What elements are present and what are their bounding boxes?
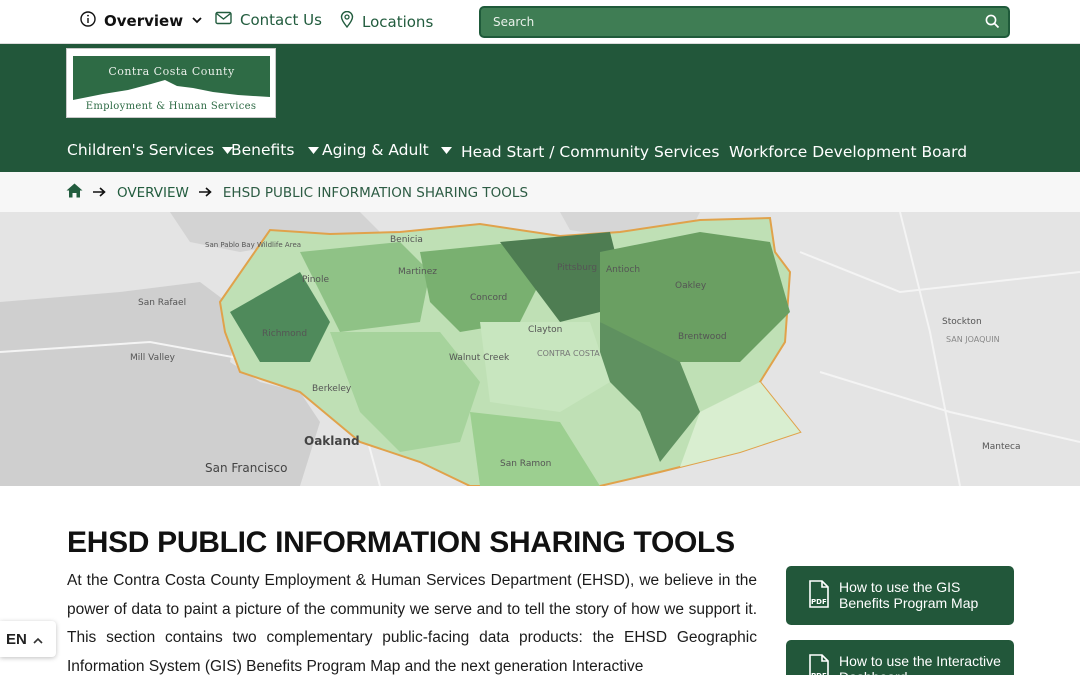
search-box	[479, 6, 1010, 38]
info-icon	[80, 11, 96, 31]
breadcrumb-overview-link[interactable]: OVERVIEW	[117, 185, 189, 201]
pdf-icon: PDF	[808, 580, 830, 612]
locations-link[interactable]: Locations	[340, 10, 434, 32]
map-label: Martinez	[398, 267, 437, 277]
map-label: Concord	[470, 293, 507, 303]
map-label: Pinole	[302, 275, 329, 285]
caret-down-icon	[308, 141, 320, 159]
card-label: How to use the Interactive Dashboard	[839, 653, 1001, 675]
map-label: Antioch	[606, 265, 640, 275]
map-label: San Pablo Bay Wildlife Area	[205, 241, 301, 249]
map-label: Oakley	[675, 281, 707, 291]
nav-label: Workforce Development Board	[729, 143, 968, 161]
overview-menu[interactable]: Overview	[80, 11, 203, 31]
site-header: Contra Costa County Employment & Human S…	[0, 44, 1080, 172]
nav-label: Children's Services	[67, 141, 215, 159]
language-code: EN	[6, 630, 27, 648]
utility-bar: Overview Contact Us Locations	[0, 0, 1080, 44]
arrow-right-icon	[198, 185, 213, 201]
county-map: Benicia San Pablo Bay Wildlife Area Pino…	[0, 212, 1080, 486]
map-label: Brentwood	[678, 332, 727, 342]
overview-label: Overview	[104, 12, 184, 30]
nav-label: Aging & Adult	[322, 141, 429, 159]
logo-county-name: Contra Costa County	[108, 65, 235, 78]
map-label: San Francisco	[205, 461, 287, 475]
caret-down-icon	[440, 141, 452, 159]
breadcrumb-current: EHSD PUBLIC INFORMATION SHARING TOOLS	[222, 184, 529, 201]
nav-head-start[interactable]: Head Start / Community Services	[461, 143, 719, 161]
map-label: Stockton	[942, 317, 982, 327]
map-label: CONTRA COSTA	[537, 349, 600, 358]
map-label: Walnut Creek	[449, 353, 510, 363]
map-label: Berkeley	[312, 384, 352, 394]
svg-text:PDF: PDF	[811, 598, 827, 606]
pdf-icon: PDF	[808, 654, 830, 675]
map-pin-icon	[340, 10, 354, 32]
map-label: Clayton	[528, 325, 562, 335]
mountain-icon	[73, 80, 270, 100]
intro-paragraph: At the Contra Costa County Employment & …	[67, 572, 757, 675]
nav-workforce-board[interactable]: Workforce Development Board	[729, 143, 967, 161]
envelope-icon	[215, 11, 232, 29]
map-label: San Ramon	[500, 459, 551, 469]
contact-label: Contact Us	[240, 11, 322, 29]
search-icon[interactable]	[985, 14, 1000, 33]
dashboard-guide-button[interactable]: PDF How to use the Interactive Dashboard	[786, 640, 1014, 675]
gis-map-guide-button[interactable]: PDF How to use the GIS Benefits Program …	[786, 566, 1014, 625]
locations-label: Locations	[362, 12, 434, 31]
breadcrumb: OVERVIEW EHSD PUBLIC INFORMATION SHARING…	[0, 172, 1080, 212]
nav-childrens-services[interactable]: Children's Services	[67, 141, 234, 159]
logo-band: Contra Costa County	[73, 56, 270, 100]
nav-benefits[interactable]: Benefits	[231, 141, 320, 159]
nav-label: Head Start / Community Services	[461, 143, 720, 161]
nav-label: Benefits	[231, 141, 295, 159]
hero-map-image: Benicia San Pablo Bay Wildlife Area Pino…	[0, 212, 1080, 486]
map-label: San Rafael	[138, 298, 186, 308]
map-label: SAN JOAQUIN	[946, 335, 1000, 344]
map-label: Mill Valley	[130, 353, 176, 363]
logo-department-name: Employment & Human Services	[85, 101, 257, 112]
card-label: How to use the GIS Benefits Program Map	[839, 579, 979, 611]
chevron-down-icon	[191, 12, 203, 30]
chevron-up-icon	[33, 631, 43, 648]
arrow-right-icon	[93, 185, 107, 201]
map-label: Oakland	[304, 434, 360, 448]
map-label: Benicia	[390, 235, 423, 245]
map-label: Pittsburg	[557, 263, 597, 273]
search-input[interactable]	[493, 13, 973, 31]
map-label: Richmond	[262, 329, 307, 339]
language-selector[interactable]: EN	[0, 621, 56, 657]
page-title: EHSD PUBLIC INFORMATION SHARING TOOLS	[67, 526, 735, 559]
nav-aging-adult[interactable]: Aging & Adult	[322, 141, 452, 159]
site-logo[interactable]: Contra Costa County Employment & Human S…	[66, 48, 276, 118]
home-icon[interactable]	[66, 183, 83, 202]
map-label: Manteca	[982, 442, 1021, 452]
contact-link[interactable]: Contact Us	[215, 11, 322, 29]
